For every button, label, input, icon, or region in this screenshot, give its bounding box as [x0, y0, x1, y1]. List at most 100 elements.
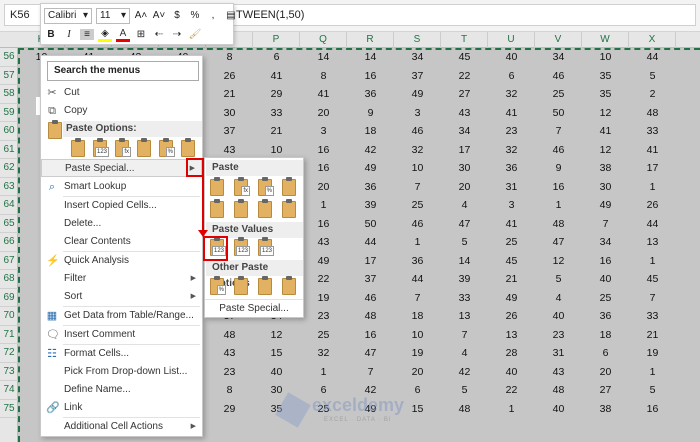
cell[interactable]: 23 [535, 326, 582, 345]
cell[interactable]: 26 [488, 307, 535, 326]
cell[interactable]: 37 [394, 67, 441, 86]
decrease-decimal-icon[interactable]: ⇢ [170, 29, 184, 40]
cell[interactable]: 47 [347, 344, 394, 363]
cell[interactable]: 22 [488, 381, 535, 400]
row-header[interactable]: 61 [0, 141, 18, 159]
column-header[interactable]: X [629, 32, 676, 48]
cell[interactable]: 40 [582, 270, 629, 289]
cell[interactable]: 40 [488, 48, 535, 67]
menu-item-copy[interactable]: ⧉ Copy [41, 102, 202, 120]
cell[interactable]: 32 [488, 85, 535, 104]
cell[interactable]: 6 [582, 344, 629, 363]
paste-values-icon[interactable]: 123 [93, 138, 109, 157]
menu-item-quick-analysis[interactable]: ⚡ Quick Analysis [41, 252, 202, 270]
transpose-icon[interactable] [258, 199, 272, 218]
menu-item-pick-list[interactable]: Pick From Drop-down List... [41, 363, 202, 381]
menu-item-sort[interactable]: Sort ▶ [41, 288, 202, 306]
cell[interactable]: 38 [582, 400, 629, 419]
cell[interactable]: 42 [347, 141, 394, 160]
cell[interactable]: 16 [347, 67, 394, 86]
row-header[interactable]: 64 [0, 196, 18, 215]
cell[interactable]: 37 [206, 122, 253, 141]
transpose-icon[interactable] [137, 138, 151, 157]
menu-item-get-data[interactable]: ▦ Get Data from Table/Range... [41, 307, 202, 325]
row-header[interactable]: 57 [0, 67, 18, 85]
font-size-select[interactable]: 11 ▾ [96, 7, 130, 24]
column-header[interactable]: T [441, 32, 488, 48]
row-header[interactable]: 74 [0, 381, 18, 400]
column-header[interactable]: V [535, 32, 582, 48]
cell[interactable]: 33 [629, 122, 676, 141]
font-color-button[interactable]: A [116, 28, 130, 42]
paste-link-icon[interactable] [234, 276, 248, 295]
cell[interactable]: 44 [347, 233, 394, 252]
cell[interactable]: 14 [347, 48, 394, 67]
cell[interactable]: 33 [253, 104, 300, 123]
menu-item-format-cells[interactable]: ☷ Format Cells... [41, 345, 202, 363]
row-header[interactable]: 72 [0, 344, 18, 363]
decrease-font-icon[interactable]: A˅ [152, 10, 166, 21]
cell[interactable]: 17 [441, 141, 488, 160]
row-header[interactable]: 58 [0, 85, 18, 104]
cell[interactable]: 15 [253, 344, 300, 363]
cell[interactable]: 7 [347, 363, 394, 382]
cell[interactable]: 7 [535, 122, 582, 141]
cell[interactable]: 47 [441, 215, 488, 234]
cell[interactable]: 7 [441, 326, 488, 345]
keep-column-widths-icon[interactable] [234, 199, 248, 218]
cell[interactable]: 49 [582, 196, 629, 215]
cell[interactable]: 4 [535, 289, 582, 308]
cell[interactable]: 16 [347, 326, 394, 345]
cell[interactable]: 49 [488, 289, 535, 308]
cell[interactable]: 13 [488, 326, 535, 345]
cell[interactable]: 27 [582, 381, 629, 400]
cell[interactable]: 31 [488, 178, 535, 197]
cell[interactable]: 46 [535, 141, 582, 160]
linked-picture-icon[interactable] [282, 276, 296, 295]
paste-icon[interactable] [71, 138, 85, 157]
cell[interactable]: 19 [394, 344, 441, 363]
cell[interactable]: 20 [441, 178, 488, 197]
cell[interactable]: 12 [582, 141, 629, 160]
cell[interactable]: 31 [535, 344, 582, 363]
formulas-number-format-icon[interactable]: % [258, 177, 274, 196]
row-header[interactable]: 68 [0, 270, 18, 289]
cell[interactable]: 30 [582, 178, 629, 197]
cell[interactable]: 41 [488, 104, 535, 123]
cell[interactable]: 49 [394, 85, 441, 104]
cell[interactable]: 36 [394, 252, 441, 271]
cell[interactable]: 37 [347, 270, 394, 289]
menu-item-cut[interactable]: ✂ Cut [41, 84, 202, 102]
cell[interactable]: 40 [488, 363, 535, 382]
menu-item-clear-contents[interactable]: Clear Contents [41, 233, 202, 251]
cell[interactable]: 5 [535, 270, 582, 289]
font-name-select[interactable]: Calibri ▾ [44, 7, 92, 24]
cell[interactable]: 14 [300, 48, 347, 67]
cell[interactable]: 40 [535, 400, 582, 419]
row-header[interactable]: 59 [0, 104, 18, 122]
picture-icon[interactable] [258, 276, 272, 295]
cell[interactable]: 33 [629, 307, 676, 326]
cell[interactable]: 5 [629, 67, 676, 86]
cell[interactable]: 34 [582, 233, 629, 252]
cell[interactable]: 42 [441, 363, 488, 382]
cell[interactable]: 5 [441, 381, 488, 400]
cell[interactable]: 48 [347, 307, 394, 326]
cell[interactable]: 46 [394, 215, 441, 234]
cell[interactable]: 1 [300, 196, 347, 215]
values-source-format-icon[interactable]: 123 [258, 237, 274, 256]
cell[interactable]: 12 [535, 252, 582, 271]
cell[interactable]: 45 [488, 252, 535, 271]
cell[interactable]: 43 [441, 104, 488, 123]
cell[interactable]: 18 [582, 326, 629, 345]
row-header[interactable]: 65 [0, 215, 18, 233]
row-header[interactable]: 70 [0, 307, 18, 326]
cell[interactable]: 16 [300, 141, 347, 160]
align-center-icon[interactable]: ≡ [80, 29, 94, 40]
cell[interactable]: 1 [629, 178, 676, 197]
increase-decimal-icon[interactable]: ⇠ [152, 29, 166, 40]
cell[interactable]: 8 [206, 381, 253, 400]
cell[interactable]: 41 [582, 122, 629, 141]
paste-formulas-icon[interactable]: fx [115, 138, 131, 157]
cell[interactable]: 26 [629, 196, 676, 215]
